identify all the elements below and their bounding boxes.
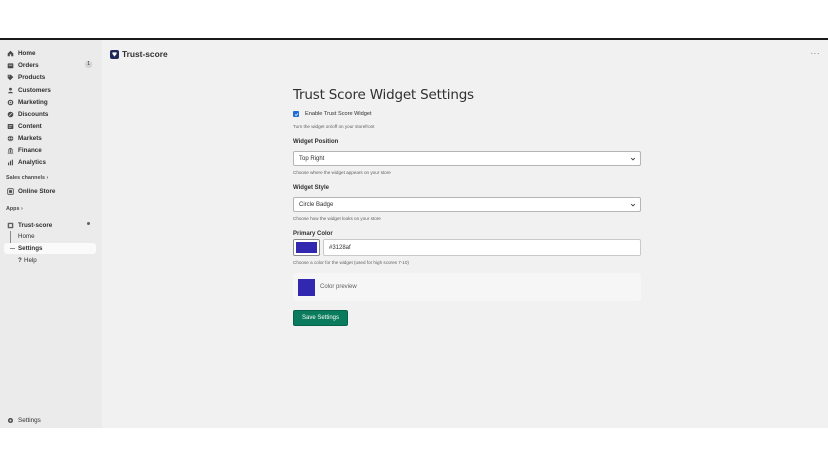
sidebar-item-finance[interactable]: Finance <box>0 144 100 156</box>
sidebar-item-home[interactable]: Home <box>0 47 100 59</box>
chevron-right-icon: › <box>20 206 23 212</box>
sidebar-item-settings[interactable]: Settings <box>0 414 100 426</box>
trust-score-logo-icon <box>110 49 119 59</box>
color-preview-panel: Color preview <box>293 273 641 301</box>
sidebar-item-customers[interactable]: Customers <box>0 84 100 96</box>
sidebar-item-label: Online Store <box>18 187 56 195</box>
sidebar-item-label: Analytics <box>18 158 46 166</box>
home-icon <box>6 49 14 57</box>
sidebar-item-label: Marketing <box>18 98 48 106</box>
sidebar-item-online-store[interactable]: Online Store <box>0 185 100 197</box>
target-icon <box>6 98 14 106</box>
sidebar-item-discounts[interactable]: Discounts <box>0 108 100 120</box>
position-help-text: Choose where the widget appears on your … <box>293 170 391 175</box>
color-hex-input[interactable]: #3128af <box>323 239 641 256</box>
enable-help-text: Turn the widget on/off on your storefron… <box>293 124 375 129</box>
discount-icon <box>6 110 14 118</box>
orders-count-badge: 1 <box>85 61 92 68</box>
globe-icon <box>6 134 14 142</box>
gear-icon <box>6 416 14 424</box>
pin-icon[interactable] <box>87 222 90 225</box>
style-help-text: Choose how the widget looks on your stor… <box>293 216 381 221</box>
chevron-right-icon: › <box>46 175 49 181</box>
sidebar-item-label: Discounts <box>18 110 49 118</box>
sidebar-item-orders[interactable]: Orders 1 <box>0 59 100 71</box>
style-select-value: Circle Badge <box>299 201 334 208</box>
sidebar-item-label: Products <box>18 73 46 81</box>
sidebar-item-label: Trust-score <box>18 221 53 229</box>
color-help-text: Choose a color for the widget (used for … <box>293 260 409 265</box>
apps-header[interactable]: Apps › <box>6 206 23 212</box>
sidebar-item-markets[interactable]: Markets <box>0 132 100 144</box>
app-title: Trust-score <box>110 49 168 59</box>
sidebar-item-marketing[interactable]: Marketing <box>0 96 100 108</box>
sidebar-item-label: Settings <box>18 416 41 424</box>
content-icon <box>6 122 14 130</box>
position-label: Widget Position <box>293 139 339 145</box>
app-frame: Home Orders 1 Products Customers Marketi… <box>0 38 828 428</box>
enable-widget-checkbox[interactable] <box>293 111 299 117</box>
bank-icon <box>6 146 14 154</box>
color-preview-label: Color preview <box>320 284 357 290</box>
enable-widget-label[interactable]: Enable Trust Score Widget <box>305 111 372 117</box>
save-settings-button[interactable]: Save Settings <box>293 310 348 326</box>
color-preview-swatch <box>298 278 315 296</box>
store-icon <box>6 187 14 195</box>
tree-connector <box>10 248 15 249</box>
sidebar-item-label: Content <box>18 122 42 130</box>
sales-channels-header[interactable]: Sales channels › <box>6 175 48 181</box>
enable-widget-row[interactable]: Enable Trust Score Widget <box>293 111 372 117</box>
chevron-down-icon <box>630 203 636 207</box>
more-actions-icon[interactable]: ··· <box>811 49 821 58</box>
app-title-text: Trust-score <box>122 49 168 59</box>
tag-icon <box>6 73 14 81</box>
sidebar-item-products[interactable]: Products <box>0 71 100 83</box>
app-icon <box>6 221 14 229</box>
page-title: Trust Score Widget Settings <box>293 87 474 103</box>
orders-icon <box>6 61 14 69</box>
sidebar-subitem-settings[interactable]: Settings <box>18 245 42 252</box>
chevron-down-icon <box>630 157 636 161</box>
person-icon <box>6 86 14 94</box>
sidebar-item-label: Orders <box>18 61 39 69</box>
chart-icon <box>6 158 14 166</box>
sidebar-item-trust-score-app[interactable]: Trust-score <box>0 219 100 231</box>
color-label: Primary Color <box>293 231 333 237</box>
position-select[interactable]: Top Right <box>293 151 641 166</box>
color-swatch <box>296 242 317 253</box>
sidebar-item-content[interactable]: Content <box>0 120 100 132</box>
position-select-value: Top Right <box>299 155 325 162</box>
color-picker-button[interactable] <box>293 239 320 256</box>
sidebar-item-label: Markets <box>18 134 42 142</box>
sidebar-item-analytics[interactable]: Analytics <box>0 156 100 168</box>
sidebar-subitem-home[interactable]: Home <box>18 233 35 240</box>
style-label: Widget Style <box>293 185 329 191</box>
sidebar-item-label: Customers <box>18 86 51 94</box>
sidebar-item-label: Home <box>18 49 36 57</box>
sidebar-item-label: Finance <box>18 146 42 154</box>
sidebar: Home Orders 1 Products Customers Marketi… <box>0 40 102 428</box>
question-icon: ? <box>18 257 22 264</box>
style-select[interactable]: Circle Badge <box>293 197 641 212</box>
sidebar-subitem-help[interactable]: ? Help <box>18 257 37 264</box>
